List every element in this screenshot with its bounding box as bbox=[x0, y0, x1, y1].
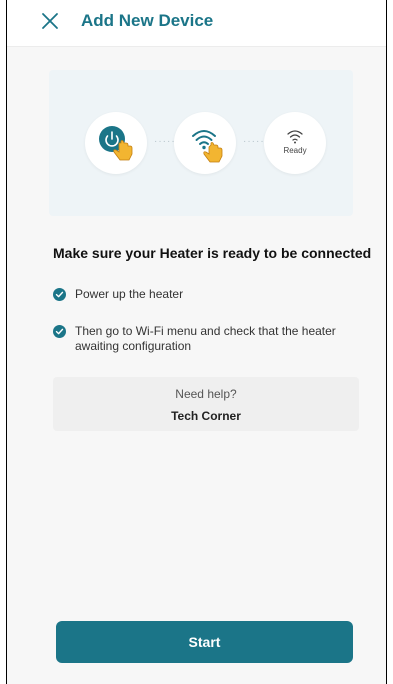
page-title: Add New Device bbox=[81, 11, 214, 30]
close-icon bbox=[42, 13, 58, 29]
setup-illustration: ····· ····· Ready bbox=[49, 70, 353, 216]
step-ready: Ready bbox=[264, 112, 326, 174]
phone-frame: Add New Device ····· ····· Ready Make su… bbox=[6, 0, 387, 684]
tech-corner-link[interactable]: Tech Corner bbox=[53, 409, 359, 423]
checklist-item-text: Then go to Wi-Fi menu and check that the… bbox=[75, 324, 336, 353]
hand-pointer-icon bbox=[113, 140, 133, 161]
header: Add New Device bbox=[7, 0, 386, 47]
check-circle-icon bbox=[53, 325, 66, 338]
help-question: Need help? bbox=[175, 387, 237, 401]
wifi-icon bbox=[287, 130, 303, 144]
start-button[interactable]: Start bbox=[56, 621, 353, 663]
hand-pointer-icon bbox=[203, 142, 223, 163]
checklist-item: Power up the heater bbox=[53, 287, 345, 302]
step-power bbox=[85, 112, 147, 174]
checklist-item-text: Power up the heater bbox=[75, 287, 184, 301]
connector-dots: ····· bbox=[243, 136, 265, 147]
ready-label: Ready bbox=[283, 146, 307, 155]
close-button[interactable] bbox=[39, 10, 61, 32]
help-card: Need help? Tech Corner bbox=[53, 377, 359, 431]
instructions-title: Make sure your Heater is ready to be con… bbox=[53, 245, 372, 261]
connector-dots: ····· bbox=[154, 136, 176, 147]
checklist-item: Then go to Wi-Fi menu and check that the… bbox=[53, 324, 345, 354]
check-circle-icon bbox=[53, 288, 66, 301]
step-wifi bbox=[174, 112, 236, 174]
